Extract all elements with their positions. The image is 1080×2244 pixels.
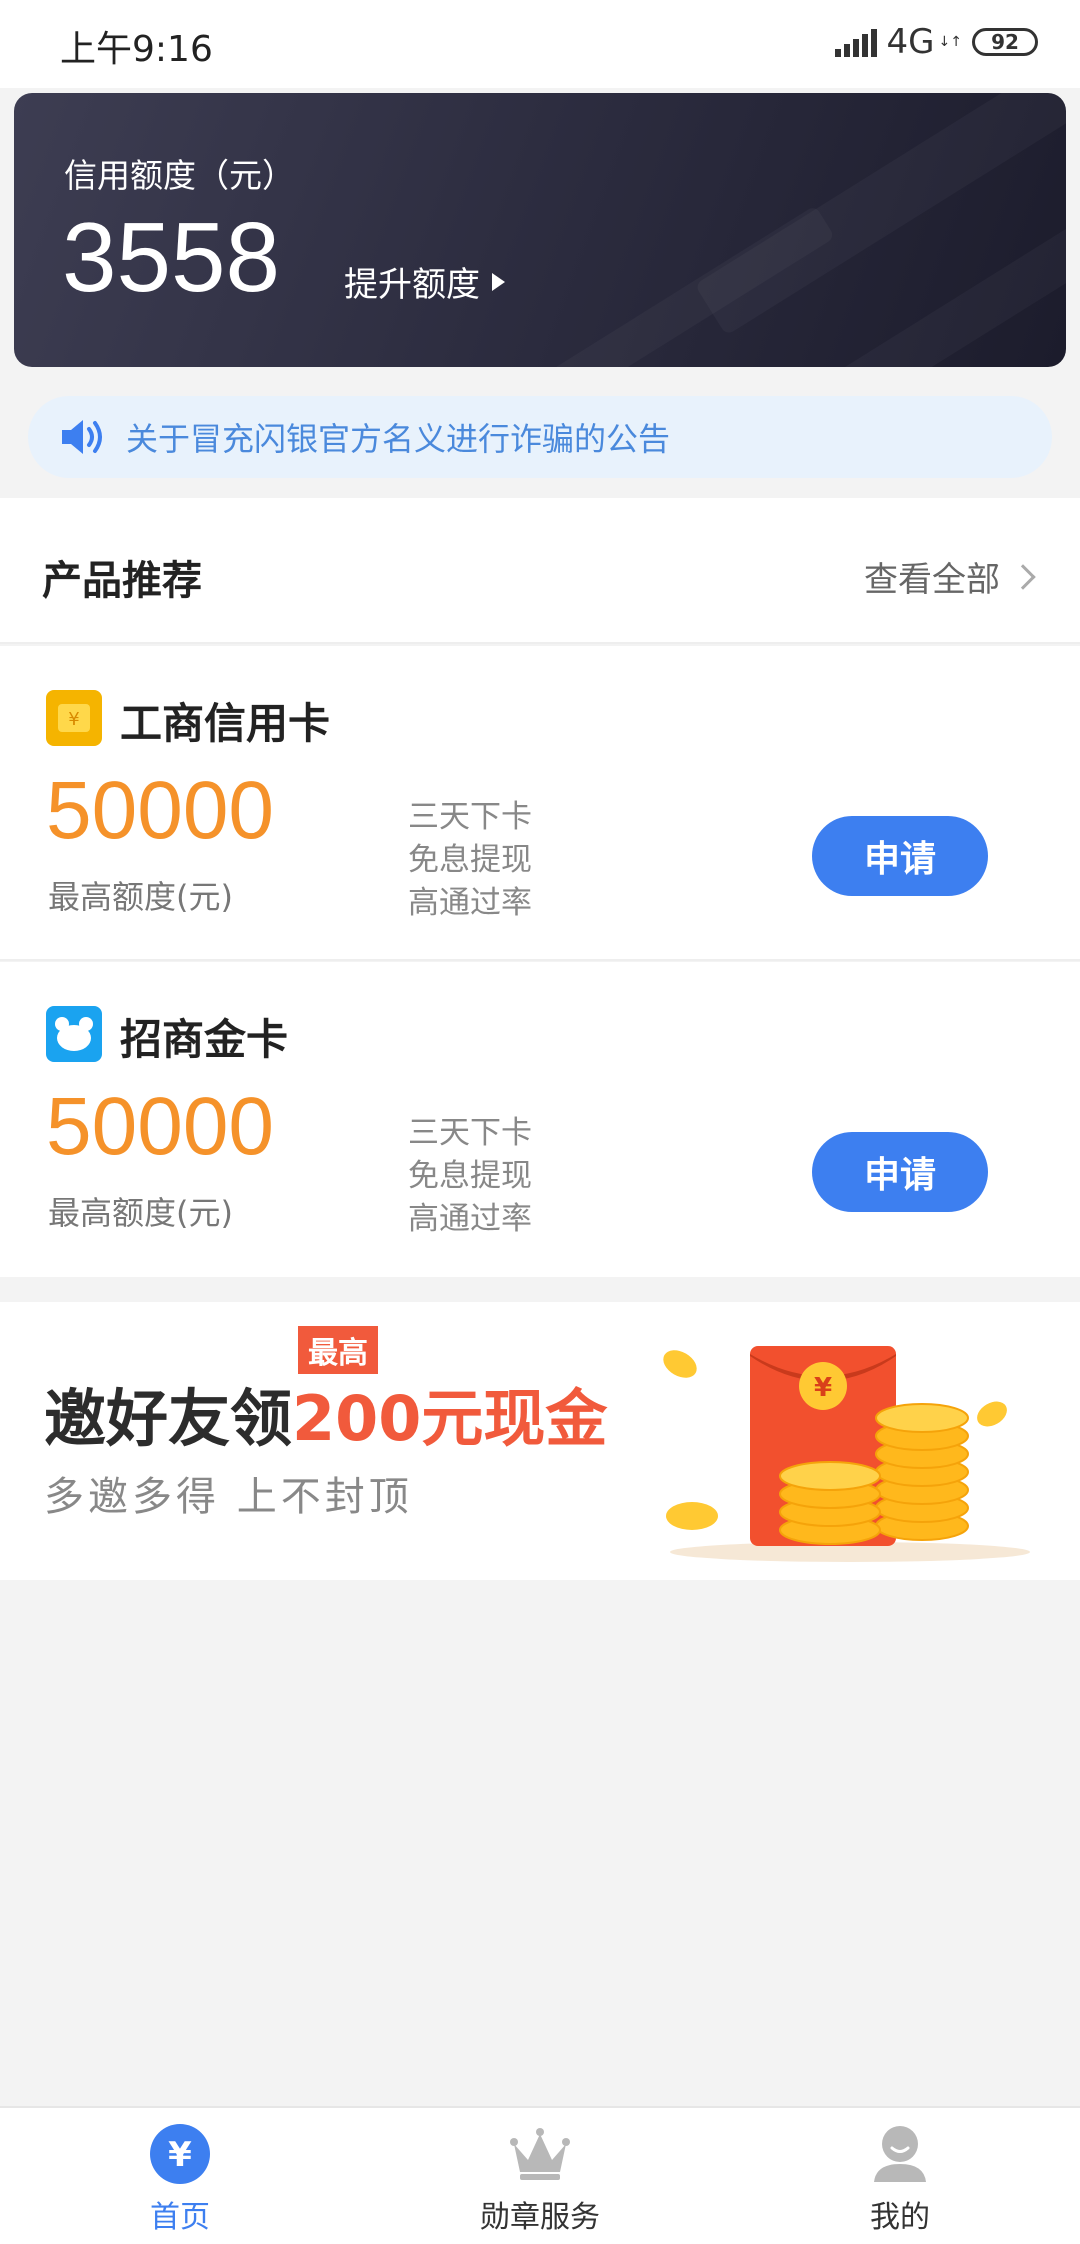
credit-card: 信用额度（元） 3558 提升额度 [14,93,1066,367]
invite-title: 邀好友领 [44,1382,293,1455]
bear-icon [46,1006,102,1062]
feature-item: 三天下卡 [408,799,532,835]
crown-icon [510,2128,570,2180]
yen-icon: ¥ [46,690,102,746]
status-indicators: 4G ↓↑ 92 [834,22,1038,62]
notice-text: 关于冒充闪银官方名义进行诈骗的公告 [126,420,671,458]
svg-text:¥: ¥ [814,1373,832,1403]
section-title: 产品推荐 [42,558,202,604]
product-features: 三天下卡 免息提现 高通过率 [408,796,532,925]
feature-item: 三天下卡 [408,1115,532,1151]
invite-highlight: 200元现金 [292,1382,608,1455]
product-features: 三天下卡 免息提现 高通过率 [408,1112,532,1241]
battery-icon: 92 [972,28,1038,56]
notice-bar[interactable]: 关于冒充闪银官方名义进行诈骗的公告 [28,396,1052,478]
signal-icon [834,27,877,57]
product-amount-label: 最高额度(元) [48,1194,233,1232]
feature-item: 免息提现 [408,1158,532,1194]
tab-label: 我的 [870,2200,930,2235]
raise-limit-label: 提升额度 [344,265,480,305]
tab-label: 首页 [150,2200,210,2235]
play-arrow-icon [492,272,505,291]
invite-subtitle: 多邀多得 上不封顶 [44,1474,413,1520]
invite-banner[interactable]: 最高 邀好友领 200元现金 多邀多得 上不封顶 ¥ [0,1302,1080,1580]
product-name: 工商信用卡 [120,699,331,748]
product-amount: 50000 [46,1081,275,1172]
product-name: 招商金卡 [120,1015,289,1064]
speaker-icon [62,420,102,454]
red-envelope-coins-icon: ¥ [663,1346,1030,1562]
raise-limit-link[interactable]: 提升额度 [344,257,505,306]
see-all-link[interactable]: 查看全部 [864,552,1036,601]
feature-item: 免息提现 [408,842,532,878]
chevron-right-icon [1010,563,1036,590]
status-bar: 上午9:16 4G ↓↑ 92 [0,0,1080,88]
credit-amount: 3558 [62,202,281,312]
invite-tag: 最高 [298,1326,378,1374]
feature-item: 高通过率 [408,885,532,921]
apply-button[interactable]: 申请 [812,1132,988,1212]
product-card[interactable]: 招商金卡 50000 最高额度(元) 三天下卡 免息提现 高通过率 申请 [0,962,1080,1277]
bottom-tab-bar: ¥ 首页 勋章服务 我的 [0,2106,1080,2244]
product-card[interactable]: ¥ 工商信用卡 50000 最高额度(元) 三天下卡 免息提现 高通过率 申请 [0,646,1080,961]
section-header: 产品推荐 查看全部 [0,498,1080,644]
credit-label: 信用额度（元） [64,156,295,195]
svg-text:¥: ¥ [168,2135,192,2175]
tab-label: 勋章服务 [480,2200,600,2235]
data-arrows-icon: ↓↑ [938,34,962,50]
yen-circle-icon: ¥ [150,2124,210,2184]
svg-text:¥: ¥ [68,709,79,730]
tab-medal-service[interactable]: 勋章服务 [440,2122,640,2236]
status-time: 上午9:16 [60,29,213,70]
network-type: 4G [886,22,935,62]
user-icon [874,2126,926,2182]
apply-button[interactable]: 申请 [812,816,988,896]
product-amount-label: 最高额度(元) [48,878,233,916]
product-amount: 50000 [46,765,275,856]
see-all-label: 查看全部 [864,560,1000,600]
tab-mine[interactable]: 我的 [800,2122,1000,2236]
tab-home[interactable]: ¥ 首页 [80,2122,280,2236]
invite-title-row: 邀好友领 200元现金 [44,1368,607,1458]
feature-item: 高通过率 [408,1201,532,1237]
